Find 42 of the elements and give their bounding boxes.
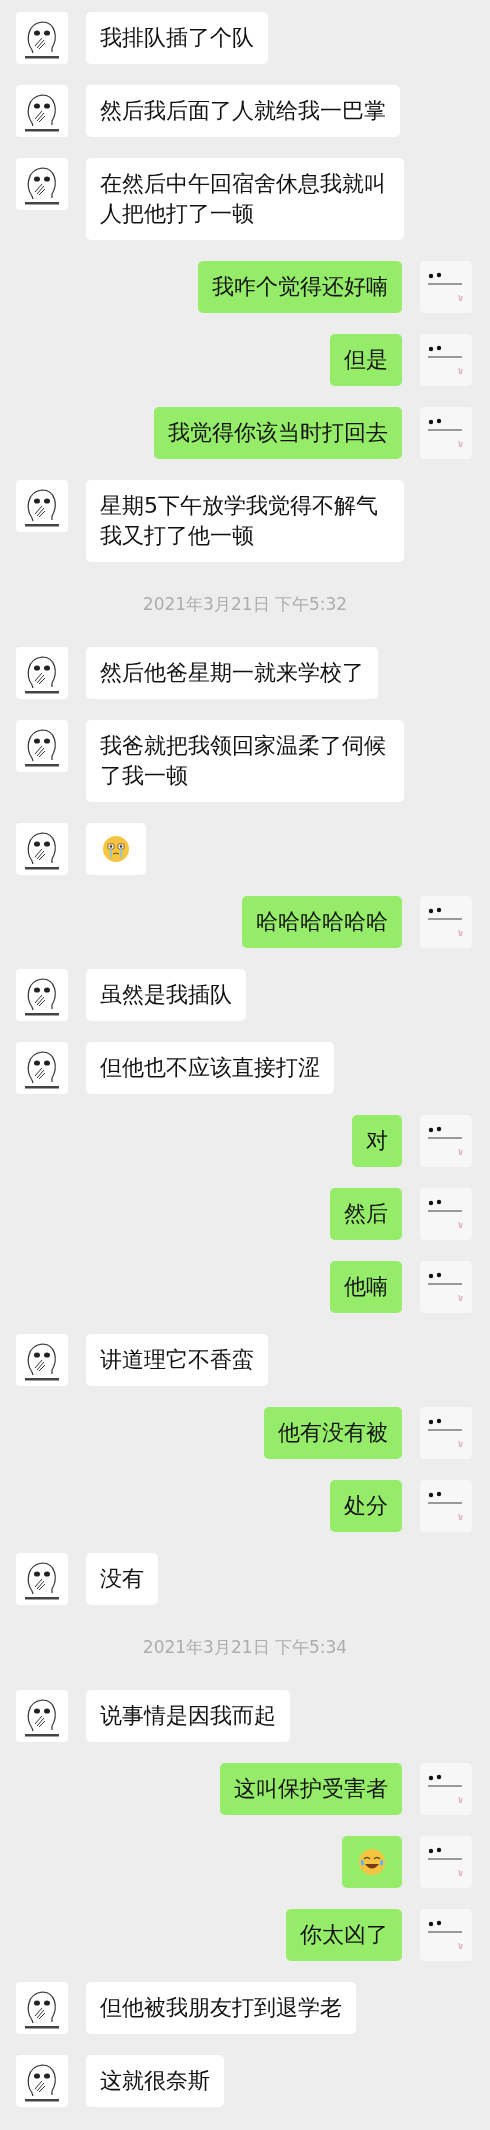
avatar-drawing[interactable] xyxy=(16,1042,68,1094)
received-message: 没有 xyxy=(86,1553,158,1605)
received-message: 星期5下午放学我觉得不解气我又打了他一顿 xyxy=(86,480,404,562)
sent-message: 我咋个觉得还好喃 xyxy=(198,261,402,313)
avatar-drawing[interactable] xyxy=(16,1690,68,1742)
sent-message: 他有没有被 xyxy=(264,1407,402,1459)
received-message: 然后我后面了人就给我一巴掌 xyxy=(86,85,400,137)
avatar-drawing[interactable] xyxy=(16,2055,68,2107)
sent-message: 哈哈哈哈哈哈 xyxy=(242,896,402,948)
timestamp: 2021年3月21日 下午5:34 xyxy=(142,1636,348,1659)
received-message: 但他也不应该直接打涩 xyxy=(86,1042,334,1094)
avatar-drawing[interactable] xyxy=(16,1334,68,1386)
sent-message: 对 xyxy=(352,1115,402,1167)
sent-message: 然后 xyxy=(330,1188,402,1240)
sent-message: 他喃 xyxy=(330,1261,402,1313)
avatar-drawing[interactable] xyxy=(16,85,68,137)
received-message: 我排队插了个队 xyxy=(86,12,268,64)
avatar-drawing[interactable] xyxy=(16,158,68,210)
received-message: 虽然是我插队 xyxy=(86,969,246,1021)
avatar-drawing[interactable] xyxy=(16,823,68,875)
crying-face-icon xyxy=(102,835,130,863)
avatar-drawing[interactable] xyxy=(16,720,68,772)
sent-message: 但是 xyxy=(330,334,402,386)
received-message: 我爸就把我领回家温柔了伺候了我一顿 xyxy=(86,720,404,802)
sent-message: 我觉得你该当时打回去 xyxy=(154,407,402,459)
avatar-drawing[interactable] xyxy=(16,480,68,532)
sent-message: 这叫保护受害者 xyxy=(220,1763,402,1815)
laughing-face-icon xyxy=(358,1848,386,1876)
received-message: 在然后中午回宿舍休息我就叫人把他打了一顿 xyxy=(86,158,404,240)
received-message: 但他被我朋友打到退学老 xyxy=(86,1982,356,2034)
received-message: 说事情是因我而起 xyxy=(86,1690,290,1742)
received-message: 这就很奈斯 xyxy=(86,2055,224,2107)
avatar-drawing[interactable] xyxy=(16,969,68,1021)
avatar-drawing[interactable] xyxy=(16,1982,68,2034)
timestamp: 2021年3月21日 下午5:32 xyxy=(142,593,348,616)
avatar-drawing[interactable] xyxy=(16,12,68,64)
sent-message: 你太凶了 xyxy=(286,1909,402,1961)
avatar-drawing[interactable] xyxy=(16,647,68,699)
sent-message: 处分 xyxy=(330,1480,402,1532)
received-message: 然后他爸星期一就来学校了 xyxy=(86,647,378,699)
received-message: 讲道理它不香蛮 xyxy=(86,1334,268,1386)
avatar-drawing[interactable] xyxy=(16,1553,68,1605)
